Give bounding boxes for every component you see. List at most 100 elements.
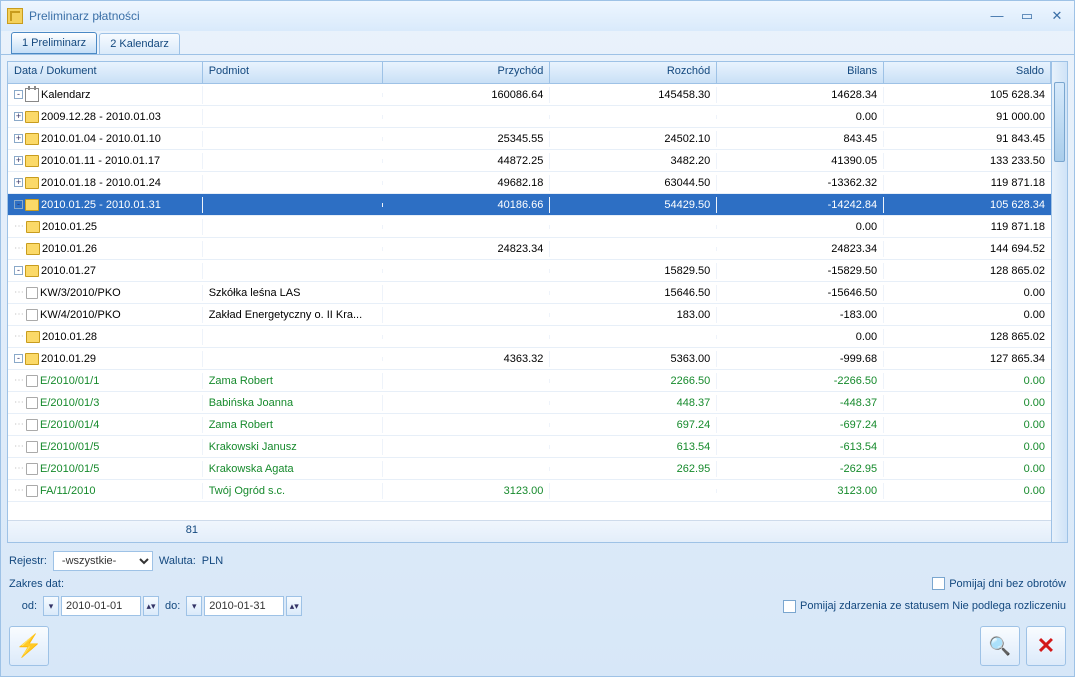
cell-value: 448.37 bbox=[550, 395, 717, 411]
cell-value bbox=[383, 401, 550, 405]
table-row[interactable]: +2010.01.04 - 2010.01.10 25345.5524502.10… bbox=[8, 128, 1051, 150]
scrollbar[interactable] bbox=[1051, 62, 1067, 542]
do-label: do: bbox=[165, 600, 180, 612]
cell-value: -448.37 bbox=[717, 395, 884, 411]
table-row[interactable]: +2009.12.28 - 2010.01.030.0091 000.00 bbox=[8, 106, 1051, 128]
col-przychod[interactable]: Przychód bbox=[383, 62, 550, 83]
tree-grid: Data / Dokument Podmiot Przychód Rozchód… bbox=[7, 61, 1068, 543]
folder-icon bbox=[25, 265, 39, 277]
magnifier-icon: 🔍 bbox=[989, 636, 1011, 657]
od-date-spinner[interactable]: ▴▾ bbox=[143, 596, 159, 616]
cell-value: 183.00 bbox=[550, 307, 717, 323]
close-panel-button[interactable]: ✕ bbox=[1026, 626, 1066, 666]
table-row[interactable]: ⋯KW/4/2010/PKOZakład Energetyczny o. II … bbox=[8, 304, 1051, 326]
col-data-dokument[interactable]: Data / Dokument bbox=[8, 62, 203, 83]
table-row[interactable]: +2010.01.18 - 2010.01.2449682.1863044.50… bbox=[8, 172, 1051, 194]
table-row[interactable]: -2010.01.294363.325363.00-999.68127 865.… bbox=[8, 348, 1051, 370]
do-date-spinner[interactable]: ▴▾ bbox=[286, 596, 302, 616]
minimize-button[interactable]: — bbox=[986, 8, 1008, 24]
expand-toggle[interactable]: - bbox=[14, 90, 23, 99]
table-row[interactable]: ⋯FA/11/2010Twój Ogród s.c.3123.003123.00… bbox=[8, 480, 1051, 502]
cell-value: 145458.30 bbox=[550, 87, 717, 103]
expand-toggle[interactable]: + bbox=[14, 156, 23, 165]
cell-value: 0.00 bbox=[884, 373, 1051, 389]
folder-icon bbox=[26, 221, 40, 233]
rejestr-select[interactable]: -wszystkie- bbox=[53, 551, 153, 571]
expand-toggle[interactable]: + bbox=[14, 134, 23, 143]
cell-value: 0.00 bbox=[717, 109, 884, 125]
cell-value: 3482.20 bbox=[550, 153, 717, 169]
expand-toggle[interactable]: - bbox=[14, 266, 23, 275]
table-row[interactable]: ⋯E/2010/01/4Zama Robert697.24-697.240.00 bbox=[8, 414, 1051, 436]
search-button[interactable]: 🔍 bbox=[980, 626, 1020, 666]
document-icon bbox=[26, 441, 38, 453]
table-row[interactable]: ⋯2010.01.280.00128 865.02 bbox=[8, 326, 1051, 348]
table-row[interactable]: -2010.01.25 - 2010.01.3140186.6654429.50… bbox=[8, 194, 1051, 216]
cell-podmiot bbox=[203, 335, 384, 339]
tab-kalendarz[interactable]: 2 Kalendarz bbox=[99, 33, 180, 54]
cell-value bbox=[383, 291, 550, 295]
row-label: 2010.01.04 - 2010.01.10 bbox=[41, 133, 161, 145]
row-label: Kalendarz bbox=[41, 89, 91, 101]
cell-value: 119 871.18 bbox=[884, 175, 1051, 191]
expand-toggle[interactable]: + bbox=[14, 112, 23, 121]
window-title: Preliminarz płatności bbox=[29, 9, 986, 23]
table-row[interactable]: ⋯E/2010/01/5Krakowski Janusz613.54-613.5… bbox=[8, 436, 1051, 458]
od-date-input[interactable] bbox=[61, 596, 141, 616]
cell-podmiot: Twój Ogród s.c. bbox=[203, 483, 384, 499]
cell-value: 0.00 bbox=[884, 483, 1051, 499]
maximize-button[interactable]: ▭ bbox=[1016, 8, 1038, 24]
cell-value: 3123.00 bbox=[717, 483, 884, 499]
folder-icon bbox=[25, 133, 39, 145]
folder-icon bbox=[25, 155, 39, 167]
close-button[interactable]: ✕ bbox=[1046, 8, 1068, 24]
table-row[interactable]: -Kalendarz160086.64145458.3014628.34105 … bbox=[8, 84, 1051, 106]
col-saldo[interactable]: Saldo bbox=[884, 62, 1051, 83]
table-row[interactable]: ⋯2010.01.2624823.3424823.34144 694.52 bbox=[8, 238, 1051, 260]
table-row[interactable]: ⋯E/2010/01/3Babińska Joanna448.37-448.37… bbox=[8, 392, 1051, 414]
grid-header: Data / Dokument Podmiot Przychód Rozchód… bbox=[8, 62, 1051, 84]
row-label: E/2010/01/4 bbox=[40, 419, 99, 431]
cell-podmiot: Zama Robert bbox=[203, 417, 384, 433]
skip-empty-days-checkbox[interactable] bbox=[932, 577, 945, 590]
col-rozchod[interactable]: Rozchód bbox=[550, 62, 717, 83]
table-row[interactable]: ⋯E/2010/01/5Krakowska Agata262.95-262.95… bbox=[8, 458, 1051, 480]
scroll-thumb[interactable] bbox=[1054, 82, 1065, 162]
expand-toggle[interactable]: + bbox=[14, 178, 23, 187]
cell-value: 24502.10 bbox=[550, 131, 717, 147]
cell-value: 44872.25 bbox=[383, 153, 550, 169]
od-date-picker-icon[interactable]: ▾ bbox=[43, 596, 59, 616]
expand-toggle[interactable]: - bbox=[14, 200, 23, 209]
cell-podmiot: Babińska Joanna bbox=[203, 395, 384, 411]
col-podmiot[interactable]: Podmiot bbox=[203, 62, 384, 83]
table-row[interactable]: +2010.01.11 - 2010.01.1744872.253482.204… bbox=[8, 150, 1051, 172]
cell-value: 0.00 bbox=[717, 219, 884, 235]
col-bilans[interactable]: Bilans bbox=[717, 62, 884, 83]
expand-toggle[interactable]: - bbox=[14, 354, 23, 363]
table-row[interactable]: ⋯KW/3/2010/PKOSzkółka leśna LAS15646.50-… bbox=[8, 282, 1051, 304]
row-label: 2010.01.11 - 2010.01.17 bbox=[41, 155, 160, 167]
cell-value: 91 843.45 bbox=[884, 131, 1051, 147]
cell-value: 0.00 bbox=[884, 461, 1051, 477]
document-icon bbox=[26, 485, 38, 497]
cell-value: 144 694.52 bbox=[884, 241, 1051, 257]
calendar-icon bbox=[25, 88, 39, 102]
do-date-input[interactable] bbox=[204, 596, 284, 616]
table-row[interactable]: ⋯E/2010/01/1Zama Robert2266.50-2266.500.… bbox=[8, 370, 1051, 392]
cell-value: -13362.32 bbox=[717, 175, 884, 191]
table-row[interactable]: ⋯2010.01.250.00119 871.18 bbox=[8, 216, 1051, 238]
grid-body[interactable]: -Kalendarz160086.64145458.3014628.34105 … bbox=[8, 84, 1051, 520]
cell-value bbox=[383, 379, 550, 383]
cell-value: 25345.55 bbox=[383, 131, 550, 147]
cell-value: 14628.34 bbox=[717, 87, 884, 103]
cell-podmiot bbox=[203, 93, 384, 97]
refresh-button[interactable]: ⚡ bbox=[9, 626, 49, 666]
cell-value: 133 233.50 bbox=[884, 153, 1051, 169]
tab-preliminarz[interactable]: 1 Preliminarz bbox=[11, 32, 97, 54]
row-count: 81 bbox=[8, 521, 204, 542]
table-row[interactable]: -2010.01.2715829.50-15829.50128 865.02 bbox=[8, 260, 1051, 282]
do-date-picker-icon[interactable]: ▾ bbox=[186, 596, 202, 616]
cell-value: 697.24 bbox=[550, 417, 717, 433]
cell-podmiot: Krakowska Agata bbox=[203, 461, 384, 477]
skip-status-checkbox[interactable] bbox=[783, 600, 796, 613]
